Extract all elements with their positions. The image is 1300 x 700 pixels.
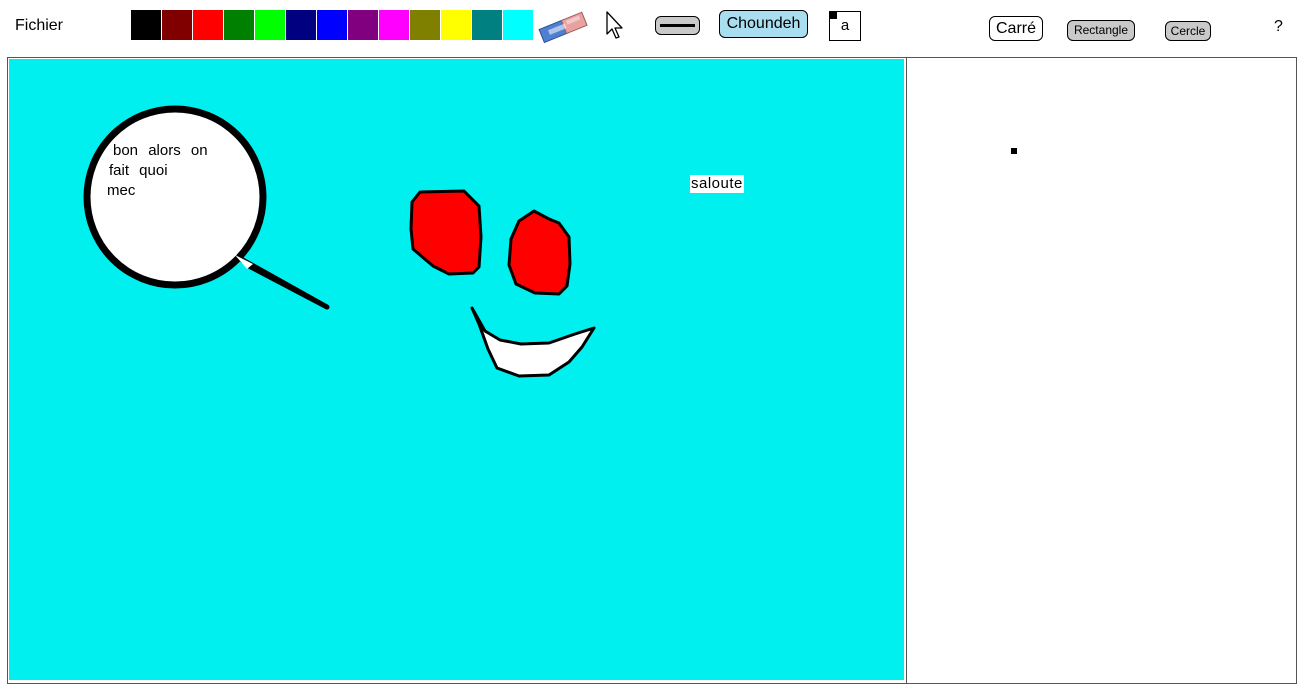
speech-bubble-text: bon alors on fait quoi mec [107, 141, 237, 201]
font-select-button[interactable]: Choundeh [719, 10, 808, 38]
color-swatch[interactable] [131, 10, 161, 40]
rectangle-shape-button[interactable]: Rectangle [1067, 20, 1135, 41]
help-button[interactable]: ? [1274, 18, 1283, 36]
speech-bubble-line: fait quoi [109, 162, 168, 179]
color-swatch[interactable] [224, 10, 254, 40]
color-swatch[interactable] [193, 10, 223, 40]
canvas-text-label: saloute [690, 175, 744, 193]
eraser-icon [538, 11, 588, 44]
circle-shape-button[interactable]: Cercle [1165, 21, 1211, 41]
color-swatch[interactable] [472, 10, 502, 40]
square-shape-button[interactable]: Carré [989, 16, 1043, 41]
speech-bubble-line: bon alors on [113, 142, 208, 159]
text-tool-button[interactable]: a [829, 11, 861, 41]
right-eye-shape [507, 209, 572, 296]
color-palette [131, 10, 534, 40]
color-swatch[interactable] [441, 10, 471, 40]
cursor-arrow-icon [606, 11, 623, 39]
color-swatch[interactable] [379, 10, 409, 40]
text-tool-corner-marker [830, 12, 837, 19]
color-swatch[interactable] [503, 10, 533, 40]
file-menu[interactable]: Fichier [15, 17, 63, 35]
color-swatch[interactable] [255, 10, 285, 40]
speech-bubble-line: mec [107, 182, 136, 199]
color-swatch[interactable] [286, 10, 316, 40]
pointer-tool[interactable] [604, 10, 626, 42]
line-thickness-icon [660, 24, 695, 27]
color-swatch[interactable] [410, 10, 440, 40]
color-swatch[interactable] [162, 10, 192, 40]
side-panel [906, 57, 1297, 684]
color-swatch[interactable] [348, 10, 378, 40]
line-thickness-button[interactable] [655, 16, 700, 35]
drawing-canvas[interactable]: bon alors on fait quoi mec saloute [9, 59, 904, 680]
side-panel-dot [1011, 148, 1017, 154]
eraser-tool[interactable] [538, 10, 590, 44]
color-swatch[interactable] [317, 10, 347, 40]
text-tool-label: a [840, 17, 850, 34]
